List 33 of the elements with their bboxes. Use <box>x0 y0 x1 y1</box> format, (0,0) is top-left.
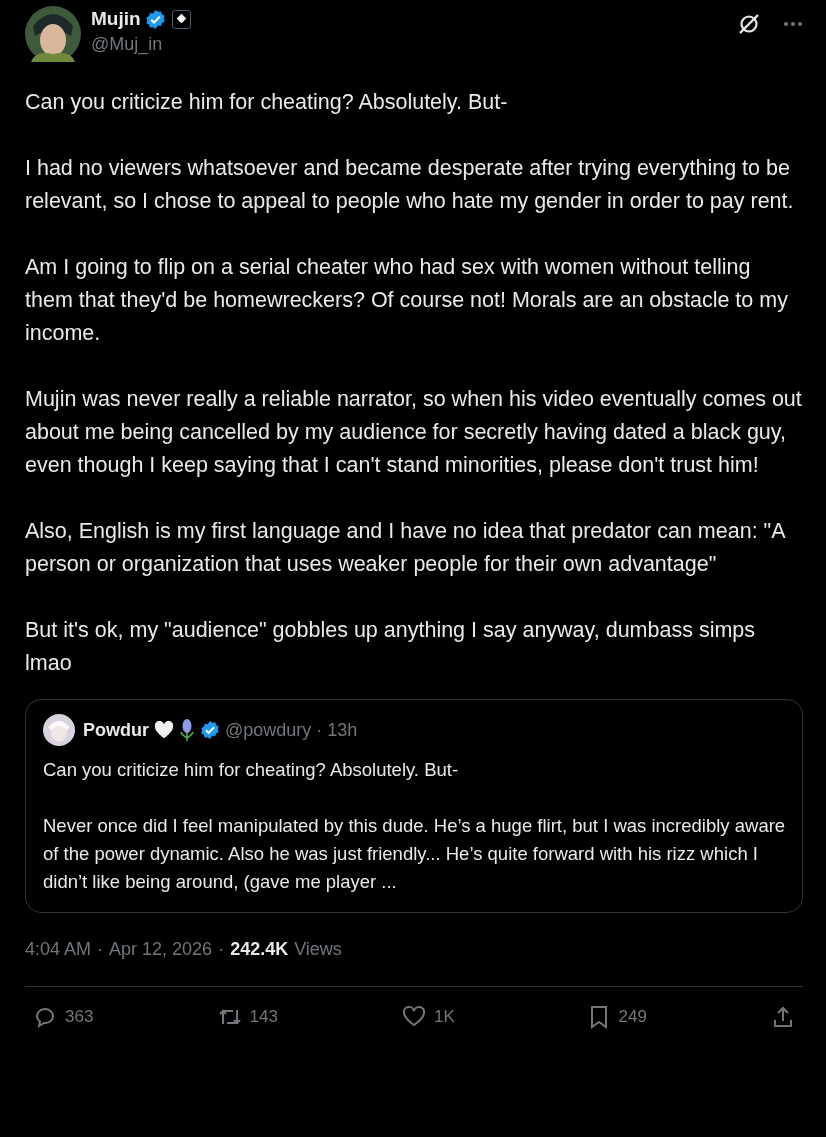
post-time: 13h <box>327 719 358 741</box>
share-icon[interactable] <box>771 1005 795 1029</box>
separator-dot: · <box>316 719 323 741</box>
view-count: 242.4K <box>230 939 289 960</box>
post-paragraph: Mujin was never really a reliable narrator, so when his video eventually comes out about me being cancelled by my audience for secretly having dated a black guy, even though I keep saying that I can't stand minorities, please don't trust him! <box>25 386 803 479</box>
reply-icon[interactable] <box>33 1005 57 1029</box>
separator-dot: · <box>218 939 225 960</box>
quoted-author-name: Powdur <box>83 719 149 741</box>
post-time[interactable]: 4:04 AM <box>25 939 92 960</box>
separator-dot: · <box>97 939 104 960</box>
more-icon[interactable] <box>783 21 803 27</box>
post-paragraph: Can you criticize him for cheating? Absolutely. But- <box>25 89 509 116</box>
slashed-circle-icon[interactable] <box>737 12 761 36</box>
action-count: 249 <box>618 1007 647 1027</box>
post-paragraph: But it's ok, my "audience" gobbles up anything I say anyway, dumbass simps lmao <box>25 617 757 677</box>
flower-icon <box>179 718 195 742</box>
quoted-post-card[interactable] <box>25 699 803 913</box>
heart-icon <box>154 721 174 739</box>
affiliate-badge-icon <box>171 9 191 29</box>
post-paragraph: Also, English is my first language and I have no idea that predator can mean: "A person or organization that uses weaker people for their own advantage" <box>25 518 786 578</box>
action-count: 1K <box>434 1007 455 1027</box>
post-paragraph: I had no viewers whatsoever and became desperate after trying everything to be relevant, so I chose to appeal to people who hate my gender in order to pay rent. <box>25 155 795 215</box>
author-name[interactable]: Mujin <box>91 8 141 30</box>
quoted-post-paragraph: Never once did I feel manipulated by this dude. He’s a huge flirt, but I was incredibly aware of the power dynamic. Also he was just friendly... He’s quite forward with his rizz which I didn’t like being around, (gave me player ... <box>43 814 786 894</box>
post-date[interactable]: Apr 12, 2026 <box>109 939 213 960</box>
heart-icon[interactable] <box>402 1005 426 1029</box>
post-paragraph: Am I going to flip on a serial cheater who had sex with women without telling them that they'd be homewreckers? Of course not! Morals are an obstacle to my income. <box>25 254 789 347</box>
author-handle[interactable]: @Muj_in <box>91 34 727 55</box>
quoted-post-paragraph: Can you criticize him for cheating? Absolutely. But- <box>43 758 460 782</box>
quoted-author-handle: @powdury <box>225 719 312 741</box>
action-count: 363 <box>65 1007 94 1027</box>
views-label: Views <box>294 939 342 960</box>
action-count: 143 <box>249 1007 278 1027</box>
